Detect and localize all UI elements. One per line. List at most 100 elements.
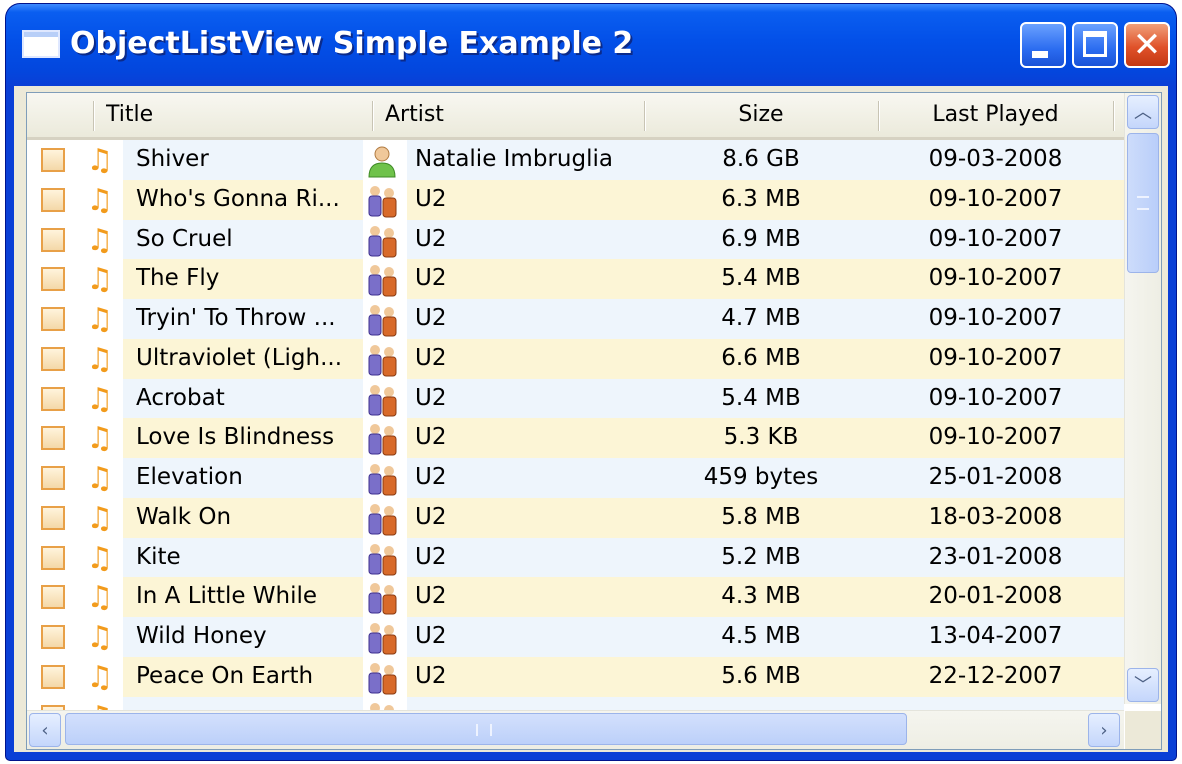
music-note-icon: ♫ <box>86 659 114 695</box>
table-row[interactable]: ♫ In A Little While U2 4.3 MB 20-01-2008 <box>27 577 1124 617</box>
column-header-last-played[interactable]: Last Played <box>878 93 1113 137</box>
scroll-up-button[interactable]: ︿ <box>1127 95 1159 129</box>
vertical-scroll-thumb[interactable] <box>1127 133 1159 273</box>
group-icon <box>363 303 401 337</box>
row-checkbox[interactable] <box>41 307 65 331</box>
window-title: ObjectListView Simple Example 2 <box>70 26 634 61</box>
window-icon[interactable] <box>22 30 60 58</box>
table-row[interactable]: ♫ Acrobat U2 5.4 MB 09-10-2007 <box>27 378 1124 419</box>
table-row[interactable]: ♫ The Fly U2 5.4 MB 09-10-2007 <box>27 259 1124 299</box>
scroll-up-icon: ︿ <box>1134 102 1152 123</box>
cell-size: 4.5 MB <box>721 623 801 649</box>
cell-title: Acrobat <box>136 384 225 411</box>
close-button[interactable]: ✕ <box>1124 22 1170 68</box>
cell-last-played: 09-03-2008 <box>928 146 1063 172</box>
group-icon <box>363 581 401 616</box>
group-icon <box>363 462 401 496</box>
music-note-icon: ♫ <box>86 341 114 377</box>
client-area: Title Artist Size Last Played ♫ Shiver Nat… <box>14 86 1168 752</box>
scrollbar-corner <box>1125 711 1161 749</box>
table-row[interactable]: ♫ Ultraviolet (Ligh... U2 6.6 MB 09-10-2007 <box>27 338 1124 379</box>
cell-size: 6.3 MB <box>721 185 801 212</box>
row-checkbox[interactable] <box>41 187 65 212</box>
object-list-view[interactable]: Title Artist Size Last Played ♫ Shiver Nat… <box>26 92 1162 750</box>
maximize-icon <box>1083 31 1107 57</box>
table-row[interactable]: ♫ Peace On Earth U2 5.6 MB 22-12-2007 <box>27 656 1124 697</box>
scroll-right-icon: › <box>1100 720 1108 741</box>
row-checkbox[interactable] <box>41 386 65 411</box>
cell-title: Shiver <box>136 146 209 172</box>
table-row[interactable]: ♫ So Cruel U2 6.9 MB 09-10-2007 <box>27 219 1124 260</box>
maximize-button[interactable] <box>1072 22 1118 68</box>
column-header-size[interactable]: Size <box>644 93 878 137</box>
minimize-button[interactable] <box>1020 22 1066 68</box>
table-row[interactable]: ♫ Shiver Natalie Imbruglia 8.6 GB 09-03-2008 <box>27 140 1124 180</box>
cell-size: 6.6 MB <box>721 344 801 371</box>
scroll-down-button[interactable]: ﹀ <box>1127 668 1159 702</box>
music-note-icon: ♫ <box>86 262 114 298</box>
cell-size: 4.7 MB <box>721 305 801 331</box>
row-checkbox[interactable] <box>41 466 65 490</box>
music-note-icon: ♫ <box>86 421 114 457</box>
table-row[interactable]: ♫ Love Is Blindness U2 5.3 KB 09-10-2007 <box>27 418 1124 458</box>
cell-size: 5.4 MB <box>721 384 801 411</box>
scroll-right-button[interactable]: › <box>1088 713 1120 747</box>
user-icon <box>363 144 401 178</box>
column-header-artist[interactable]: Artist <box>385 93 625 137</box>
scroll-left-button[interactable]: ‹ <box>29 713 61 747</box>
row-checkbox[interactable] <box>41 346 65 371</box>
group-icon <box>363 541 401 576</box>
cell-artist: U2 <box>415 503 447 530</box>
table-row[interactable]: ♫ Who's Gonna Ri... U2 6.3 MB 09-10-2007 <box>27 179 1124 220</box>
close-icon: ✕ <box>1132 25 1162 65</box>
table-row[interactable]: ♫ Walk On U2 5.8 MB 18-03-2008 <box>27 497 1124 538</box>
cell-artist: U2 <box>415 265 447 292</box>
cell-last-played: 09-10-2007 <box>928 344 1063 371</box>
row-checkbox[interactable] <box>41 227 65 252</box>
cell-size: 8.6 GB <box>722 146 800 172</box>
cell-last-played: 22-12-2007 <box>928 662 1063 689</box>
column-separator[interactable] <box>93 101 94 131</box>
cell-artist: U2 <box>415 185 447 212</box>
horizontal-scrollbar[interactable]: ‹ › <box>27 710 1124 749</box>
table-row[interactable]: ♫ Kite U2 5.2 MB 23-01-2008 <box>27 537 1124 578</box>
music-note-icon: ♫ <box>86 182 114 218</box>
row-checkbox[interactable] <box>41 625 65 649</box>
cell-artist: U2 <box>415 583 447 610</box>
cell-last-played: 20-01-2008 <box>928 583 1063 610</box>
scroll-down-icon: ﹀ <box>1134 675 1152 696</box>
row-checkbox[interactable] <box>41 545 65 570</box>
cell-title: Kite <box>136 543 181 570</box>
cell-size: 5.3 KB <box>723 424 799 451</box>
horizontal-scroll-thumb[interactable] <box>65 713 907 745</box>
row-checkbox[interactable] <box>41 585 65 610</box>
column-separator[interactable] <box>1113 101 1114 131</box>
row-checkbox[interactable] <box>41 426 65 451</box>
cell-title: Wild Honey <box>136 623 267 649</box>
vertical-scrollbar[interactable]: ︿ ﹀ <box>1124 93 1161 704</box>
music-note-icon: ♫ <box>86 500 114 536</box>
column-header-title[interactable]: Title <box>106 93 356 137</box>
cell-title: Ultraviolet (Ligh... <box>136 344 343 371</box>
table-row[interactable]: ♫ Wild Honey U2 4.5 MB 13-04-2007 <box>27 617 1124 657</box>
cell-title: Love Is Blindness <box>136 424 335 451</box>
cell-title: Peace On Earth <box>136 662 314 689</box>
row-checkbox[interactable] <box>41 505 65 530</box>
cell-size: 5.8 MB <box>721 503 801 530</box>
cell-last-played: 09-10-2007 <box>928 265 1063 292</box>
cell-title: So Cruel <box>136 225 233 252</box>
row-checkbox[interactable] <box>41 267 65 292</box>
group-icon <box>363 621 401 655</box>
row-checkbox[interactable] <box>41 148 65 172</box>
row-checkbox[interactable] <box>41 664 65 689</box>
table-row[interactable]: ♫ Tryin' To Throw ... U2 4.7 MB 09-10-2007 <box>27 299 1124 339</box>
table-row[interactable]: ♫ Elevation U2 459 bytes 25-01-2008 <box>27 458 1124 498</box>
cell-title: Tryin' To Throw ... <box>136 305 336 331</box>
cell-last-played: 18-03-2008 <box>928 503 1063 530</box>
cell-last-played: 09-10-2007 <box>928 225 1063 252</box>
column-separator[interactable] <box>372 101 373 131</box>
cell-size: 6.9 MB <box>721 225 801 252</box>
grip-icon <box>1137 196 1149 210</box>
cell-size: 4.3 MB <box>721 583 801 610</box>
title-bar[interactable]: ObjectListView Simple Example 2 ✕ <box>6 4 1176 86</box>
